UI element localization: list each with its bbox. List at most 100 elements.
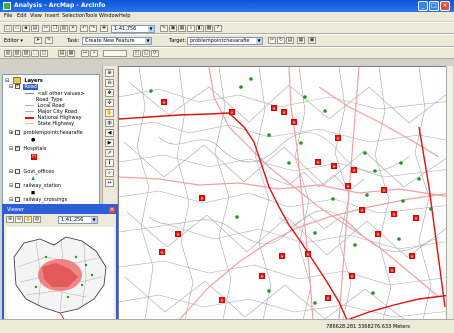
viewer-scale-combo[interactable]: 1:41,256 ▼: [58, 216, 98, 224]
edit-tool-icon[interactable]: ➤: [34, 37, 42, 44]
collapse-icon[interactable]: ⊟: [9, 146, 13, 152]
layer-name[interactable]: Hospitals: [23, 146, 46, 152]
layer-name[interactable]: Govt_offices: [23, 169, 54, 175]
govt-office-marker[interactable]: [249, 77, 253, 81]
govt-office-marker[interactable]: [371, 291, 375, 295]
hospital-marker[interactable]: H: [259, 273, 265, 279]
editor-menu[interactable]: Editor ▾: [4, 38, 23, 44]
split-tool-icon[interactable]: ✂: [268, 37, 276, 44]
paste-icon[interactable]: ▥: [60, 25, 68, 32]
minimize-button[interactable]: _: [418, 1, 428, 11]
open-icon[interactable]: ▭: [13, 25, 21, 32]
sketch-properties-icon[interactable]: ▦: [297, 37, 305, 44]
collapse-icon[interactable]: ⊟: [9, 84, 13, 90]
govt-office-marker[interactable]: [323, 109, 327, 113]
layer-visibility-checkbox[interactable]: [14, 130, 20, 135]
hospital-marker[interactable]: H: [315, 159, 321, 165]
zoom-out-icon[interactable]: ⊖: [105, 79, 114, 87]
layer-visibility-checkbox[interactable]: [14, 197, 20, 202]
toc-layer-railway-station[interactable]: ⊟ railway_station: [9, 183, 61, 189]
field-calc-icon[interactable]: ▦: [67, 50, 75, 57]
toc-layer-road[interactable]: ⊟ ✓ Road: [9, 84, 38, 90]
measure-icon[interactable]: ↔: [105, 179, 114, 187]
menu-view[interactable]: View: [30, 13, 42, 19]
hospital-marker[interactable]: H: [351, 167, 357, 173]
govt-office-marker[interactable]: [397, 237, 401, 241]
toc-root[interactable]: ⊟ Layers: [5, 77, 43, 84]
govt-office-marker[interactable]: [287, 161, 291, 165]
map-vertical-scrollbar[interactable]: [446, 66, 453, 319]
scale-combo[interactable]: 1:41,756 ▼: [111, 25, 155, 33]
attributes-icon[interactable]: ▤: [286, 37, 294, 44]
layer-combo[interactable]: [103, 50, 127, 57]
govt-office-marker[interactable]: [373, 169, 377, 173]
previous-extent-icon[interactable]: ◀: [105, 129, 114, 137]
fixed-zoom-out-icon[interactable]: ✣: [105, 99, 114, 107]
hospital-marker[interactable]: H: [161, 99, 167, 105]
menu-selection[interactable]: Selection: [62, 13, 85, 19]
zoom-out-icon[interactable]: ⊖: [15, 216, 23, 223]
pan-icon[interactable]: ✋: [105, 109, 114, 117]
undo-icon[interactable]: ↶: [80, 25, 88, 32]
viewer-map[interactable]: [6, 227, 114, 319]
hospital-marker[interactable]: H: [381, 187, 387, 193]
cut-icon[interactable]: ✂: [42, 25, 50, 32]
collapse-icon[interactable]: ⊟: [9, 169, 13, 175]
govt-office-marker[interactable]: [299, 141, 303, 145]
add-data-icon[interactable]: ✚: [100, 25, 108, 32]
pan-icon[interactable]: ✋: [24, 216, 32, 223]
govt-office-marker[interactable]: [313, 231, 317, 235]
toc-layer-railway-crossings[interactable]: ⊟ railway_crossings: [9, 197, 67, 203]
menu-file[interactable]: File: [4, 13, 12, 19]
refresh-icon[interactable]: ⟳: [151, 50, 159, 57]
map-canvas[interactable]: H H H H H H H H H H H H H H H H H H H H …: [119, 67, 451, 320]
layer-visibility-checkbox[interactable]: ✓: [14, 84, 20, 89]
layer-visibility-checkbox[interactable]: ✓: [14, 146, 20, 151]
hospital-marker[interactable]: H: [291, 119, 297, 125]
govt-office-marker[interactable]: [267, 133, 271, 137]
arctoolbox-icon[interactable]: ▣: [169, 25, 177, 32]
snapping-icon[interactable]: ▣: [308, 37, 316, 44]
govt-office-marker[interactable]: [353, 243, 357, 247]
clear-selection-icon[interactable]: ◫: [40, 50, 48, 57]
redo-icon[interactable]: ↷: [89, 25, 97, 32]
hospital-marker[interactable]: H: [413, 215, 419, 221]
zoom-in-icon[interactable]: ⊕: [105, 69, 114, 77]
layer-name[interactable]: railway_station: [23, 183, 61, 189]
hospital-marker[interactable]: H: [281, 109, 287, 115]
hospital-marker[interactable]: H: [229, 109, 235, 115]
rotate-tool-icon[interactable]: ↻: [277, 37, 285, 44]
layer-name[interactable]: problempointchesarafie: [23, 130, 82, 136]
target-combo[interactable]: problempointchesarafie ▼: [187, 37, 263, 45]
next-extent-icon[interactable]: ▶: [105, 139, 114, 147]
hospital-marker[interactable]: H: [375, 231, 381, 237]
hospital-marker[interactable]: H: [159, 249, 165, 255]
full-extent-icon[interactable]: ◍: [105, 119, 114, 127]
zoom-layer-icon[interactable]: ◱: [142, 50, 150, 57]
full-extent-icon[interactable]: ◍: [33, 216, 41, 223]
zoom-in-icon[interactable]: ⊕: [6, 216, 14, 223]
hospital-marker[interactable]: H: [409, 253, 415, 259]
map-display[interactable]: H H H H H H H H H H H H H H H H H H H H …: [118, 66, 452, 321]
layer-icon[interactable]: ▥: [4, 50, 12, 57]
find-icon[interactable]: ⌕: [105, 169, 114, 177]
layer-name-road[interactable]: Road: [23, 84, 38, 90]
task-combo[interactable]: Create New Feature ▼: [82, 37, 152, 45]
new-icon[interactable]: □: [4, 25, 12, 32]
govt-office-marker[interactable]: [331, 197, 335, 201]
hospital-marker[interactable]: H: [199, 195, 205, 201]
menu-tools[interactable]: Tools: [85, 13, 97, 19]
close-button[interactable]: ×: [440, 1, 450, 11]
search-icon[interactable]: ⌕: [187, 25, 195, 32]
menu-edit[interactable]: Edit: [17, 13, 27, 19]
hospital-marker[interactable]: H: [335, 135, 341, 141]
print-icon[interactable]: ▤: [31, 25, 39, 32]
close-icon[interactable]: ×: [109, 207, 115, 213]
save-icon[interactable]: ▪: [22, 25, 30, 32]
model-builder-icon[interactable]: ◧: [196, 25, 204, 32]
govt-office-marker[interactable]: [267, 289, 271, 293]
hospital-marker[interactable]: H: [279, 253, 285, 259]
govt-office-marker[interactable]: [417, 177, 421, 181]
hospital-marker[interactable]: H: [175, 231, 181, 237]
python-icon[interactable]: ▩: [205, 25, 213, 32]
